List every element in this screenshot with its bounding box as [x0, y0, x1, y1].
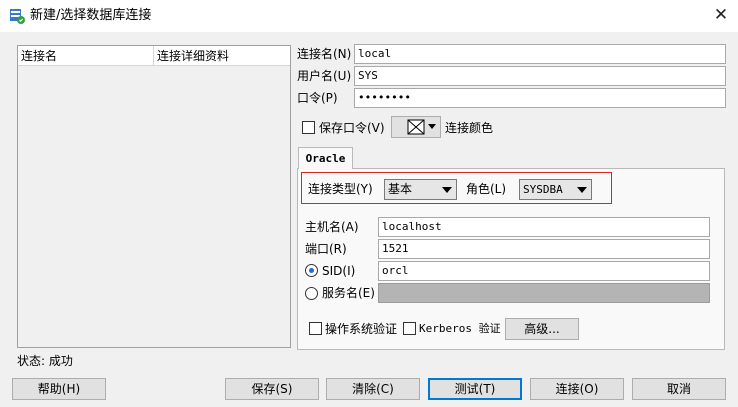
host-label: 主机名(A) [305, 220, 359, 234]
close-icon[interactable]: ✕ [711, 5, 731, 25]
connection-color-button[interactable] [391, 116, 441, 138]
column-header-name[interactable]: 连接名 [18, 46, 154, 66]
chevron-down-icon [428, 124, 436, 129]
conn-type-select[interactable]: 基本 [384, 179, 457, 200]
save-password-label: 保存口令(V) [319, 121, 385, 135]
advanced-button[interactable]: 高级... [505, 318, 579, 340]
kerberos-checkbox[interactable] [403, 322, 416, 335]
status-text: 状态: 成功 [17, 354, 73, 368]
role-label: 角色(L) [466, 182, 507, 196]
test-button[interactable]: 测试(T) [428, 378, 522, 400]
tab-oracle[interactable]: Oracle [298, 147, 353, 169]
role-value: SYSDBA [523, 183, 563, 196]
clear-button[interactable]: 清除(C) [326, 378, 420, 400]
service-name-input [378, 283, 710, 303]
username-input[interactable]: SYS [354, 66, 726, 86]
os-auth-checkbox[interactable] [309, 322, 322, 335]
kerberos-label: Kerberos 验证 [419, 322, 501, 335]
username-label: 用户名(U) [297, 69, 352, 83]
conn-type-value: 基本 [388, 182, 413, 196]
sid-input[interactable]: orcl [378, 261, 710, 281]
os-auth-label: 操作系统验证 [325, 322, 398, 336]
service-name-label: 服务名(E) [322, 286, 375, 300]
conn-name-input[interactable]: local [354, 44, 726, 64]
sid-label: SID(I) [322, 264, 356, 278]
connect-button[interactable]: 连接(O) [530, 378, 624, 400]
password-label: 口令(P) [297, 91, 338, 105]
help-button[interactable]: 帮助(H) [12, 378, 106, 400]
database-connection-icon [10, 9, 25, 24]
list-header: 连接名 连接详细资料 [18, 46, 290, 66]
connection-list[interactable]: 连接名 连接详细资料 [17, 45, 291, 348]
role-select[interactable]: SYSDBA [519, 179, 592, 200]
color-picker-icon [407, 119, 425, 135]
window-title: 新建/选择数据库连接 [30, 8, 152, 23]
port-label: 端口(R) [305, 242, 347, 256]
save-button[interactable]: 保存(S) [225, 378, 319, 400]
sid-radio[interactable] [305, 264, 318, 277]
cancel-button[interactable]: 取消 [632, 378, 726, 400]
conn-name-label: 连接名(N) [297, 47, 352, 61]
chevron-down-icon [442, 187, 452, 193]
column-header-details[interactable]: 连接详细资料 [154, 46, 290, 66]
password-input[interactable]: •••••••• [354, 88, 726, 108]
service-name-radio[interactable] [305, 287, 318, 300]
save-password-checkbox[interactable] [302, 121, 315, 134]
conn-type-label: 连接类型(Y) [308, 182, 373, 196]
chevron-down-icon [577, 187, 587, 193]
host-input[interactable]: localhost [378, 217, 710, 237]
connection-color-label: 连接颜色 [445, 121, 494, 135]
port-input[interactable]: 1521 [378, 239, 710, 259]
